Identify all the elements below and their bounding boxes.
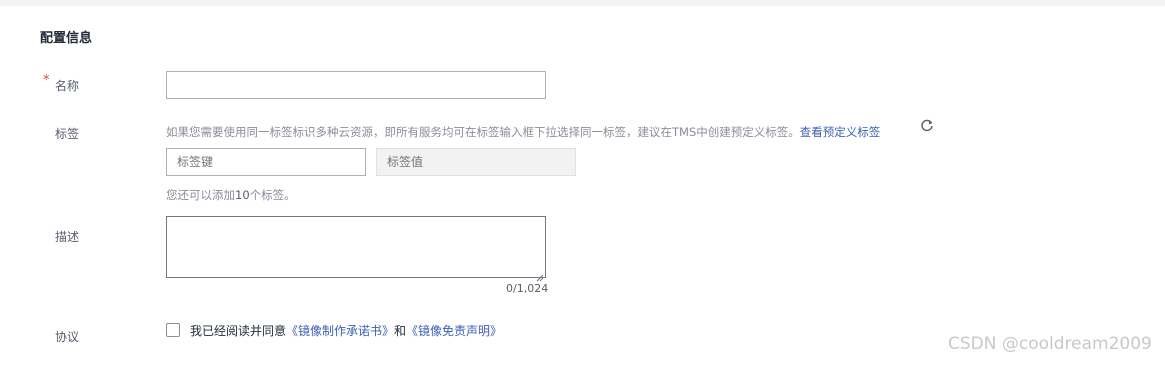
tags-hint: 如果您需要使用同一标签标识多种云资源，即所有服务均可在标签输入框下拉选择同一标签… <box>166 124 880 140</box>
tags-remaining-suffix: 个标签。 <box>249 188 296 202</box>
tags-hint-text: 如果您需要使用同一标签标识多种云资源，即所有服务均可在标签输入框下拉选择同一标签… <box>166 125 800 139</box>
agreement-checkbox[interactable] <box>166 323 180 337</box>
config-card <box>0 6 1165 366</box>
tags-remaining: 您还可以添加10个标签。 <box>166 187 296 203</box>
required-mark: * <box>43 73 50 88</box>
tags-remaining-prefix: 您还可以添加 <box>166 188 235 202</box>
resize-grip-icon[interactable] <box>535 267 544 282</box>
section-title: 配置信息 <box>40 31 93 46</box>
tags-label: 标签 <box>55 127 80 141</box>
tag-key-input[interactable] <box>166 148 366 176</box>
agreement-prefix: 我已经阅读并同意 <box>190 324 287 338</box>
agreement-conj: 和 <box>394 324 407 338</box>
refresh-icon[interactable] <box>920 119 934 133</box>
description-label: 描述 <box>55 230 80 244</box>
commitment-link[interactable]: 《镜像制作承诺书》 <box>286 324 394 338</box>
tags-remaining-count: 10 <box>235 188 250 202</box>
agreement-text: 我已经阅读并同意《镜像制作承诺书》和《镜像免责声明》 <box>190 322 502 339</box>
description-textarea[interactable] <box>166 216 546 278</box>
name-label: 名称 <box>55 79 80 93</box>
tag-value-input <box>376 148 576 176</box>
description-counter: 0/1,024 <box>506 282 549 295</box>
name-input[interactable] <box>166 71 546 99</box>
predefined-tags-link[interactable]: 查看预定义标签 <box>800 125 881 139</box>
agreement-label: 协议 <box>55 330 80 344</box>
disclaimer-link[interactable]: 《镜像免责声明》 <box>406 324 502 338</box>
watermark: CSDN @cooldream2009 <box>948 334 1152 354</box>
